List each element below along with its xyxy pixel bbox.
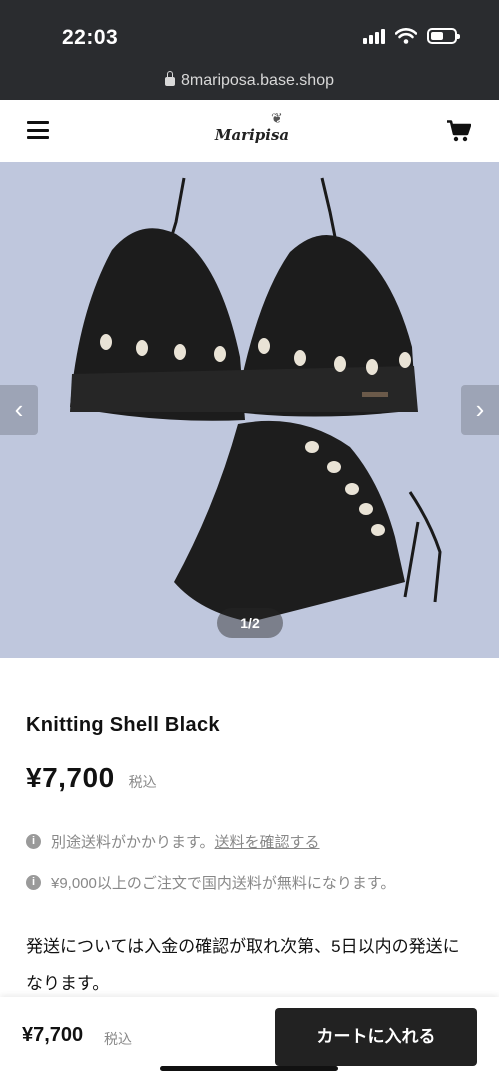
url-text: 8mariposa.base.shop [181,72,334,89]
wifi-icon [395,28,417,44]
site-header: ❦ Maripisa [0,100,499,162]
image-pager: 1/2 [217,608,283,638]
home-indicator[interactable] [160,1066,338,1071]
price-row: ¥7,700 税込 [26,762,157,794]
free-shipping-text: ¥9,000以上のご注文で国内送料が無料になります。 [51,875,396,892]
shipping-link[interactable]: 送料を確認する [215,831,320,852]
product-image [70,177,442,622]
signal-icon [363,28,385,44]
free-shipping-note: i ¥9,000以上のご注文で国内送料が無料になります。 [26,872,395,893]
product-gallery[interactable]: ‹ › 1/2 [0,162,499,658]
cart-icon[interactable] [447,120,471,142]
status-time: 22:03 [62,26,119,49]
next-image-button[interactable]: › [461,385,499,435]
product-title: Knitting Shell Black [26,714,220,736]
add-to-cart-button[interactable]: カートに入れる [275,1008,477,1066]
product-description: 発送については入金の確認が取れ次第、5日以内の発送になります。 [26,937,460,993]
tax-label: 税込 [128,774,157,790]
site-logo[interactable]: ❦ Maripisa [193,108,311,154]
product-price: ¥7,700 [26,762,115,793]
logo-text: Maripisa [214,126,290,144]
battery-icon [427,28,460,44]
system-icons [363,28,460,44]
menu-icon[interactable] [27,121,49,139]
shipping-note: i 別途送料がかかります。 送料を確認する [26,831,320,852]
butterfly-icon: ❦ [271,110,283,126]
status-bar: 22:03 8mariposa.base.shop [0,0,499,100]
info-icon: i [26,834,41,849]
bottom-tax-label: 税込 [104,1031,132,1047]
lock-icon [165,71,175,86]
bottom-price: ¥7,700 [22,1024,84,1046]
info-icon: i [26,875,41,890]
prev-image-button[interactable]: ‹ [0,385,38,435]
url-bar[interactable]: 8mariposa.base.shop [0,71,499,90]
shipping-note-text: 別途送料がかかります。 [51,834,215,851]
